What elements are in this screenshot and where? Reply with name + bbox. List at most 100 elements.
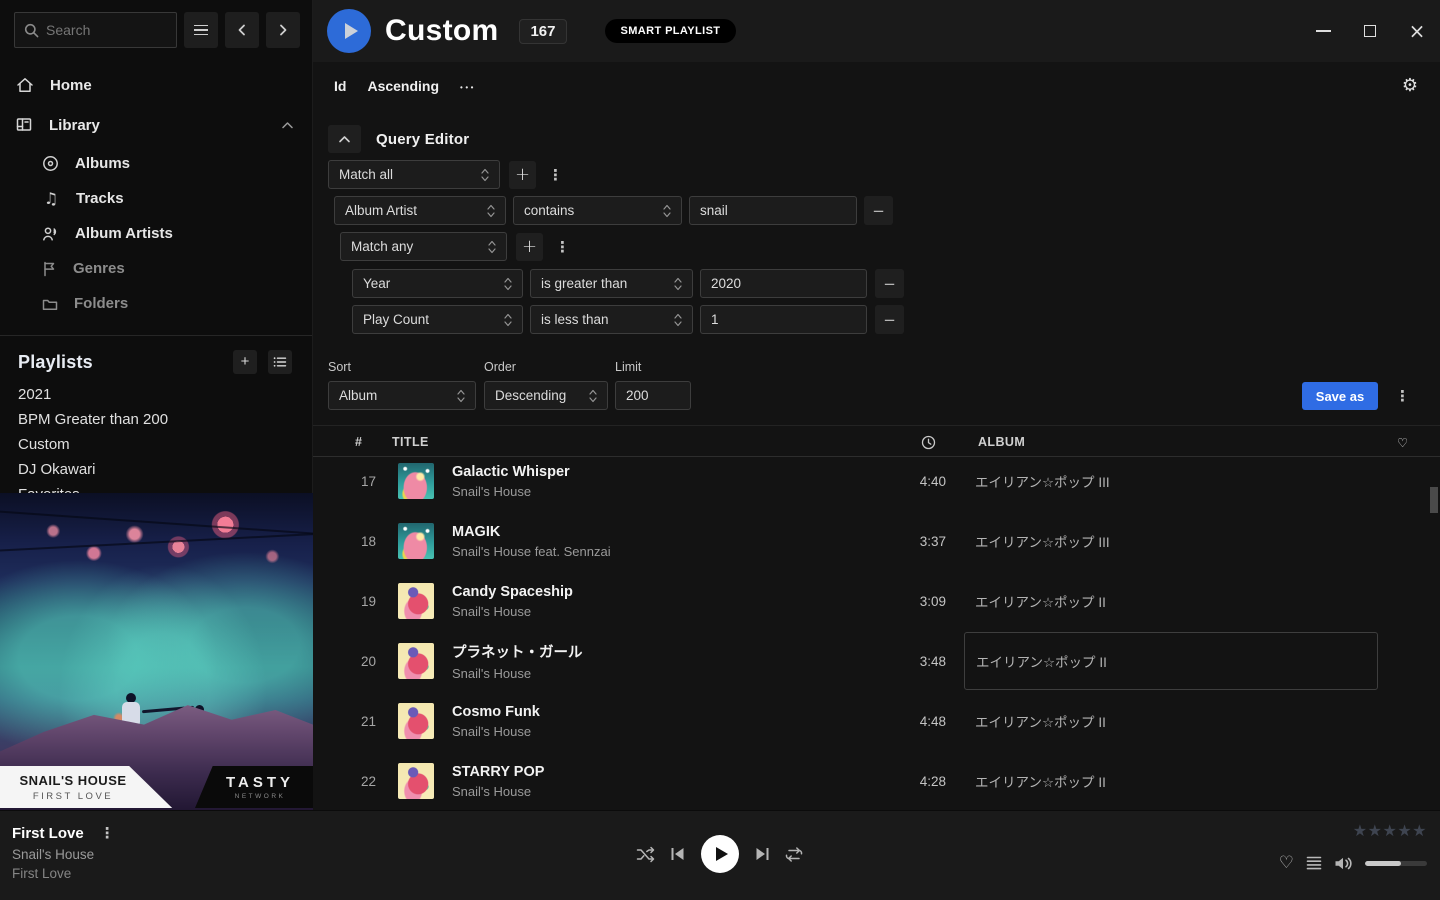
sidebar-item-folders[interactable]: Folders <box>0 286 312 321</box>
sidebar-item-tracks[interactable]: ♫ Tracks <box>0 181 312 216</box>
scrollbar-thumb[interactable] <box>1430 487 1438 513</box>
sidebar-item-label: Albums <box>75 155 130 172</box>
group-menu-button[interactable]: ⋮ <box>551 238 574 256</box>
more-options-button[interactable]: ••• <box>460 81 476 92</box>
volume-slider[interactable] <box>1365 861 1427 866</box>
collapse-query-editor-button[interactable] <box>328 125 361 153</box>
table-row[interactable]: 22 STARRY POP Snail's House 4:28 エイリアン☆ポ… <box>313 751 1440 811</box>
close-button[interactable]: × <box>1409 23 1425 39</box>
remove-rule-button[interactable]: − <box>864 196 893 225</box>
minus-icon: − <box>872 202 885 220</box>
previous-track-button[interactable] <box>670 846 685 862</box>
rule-field-select[interactable]: Album Artist <box>334 196 506 225</box>
remove-rule-button[interactable]: − <box>875 305 904 334</box>
shuffle-button[interactable] <box>636 846 656 863</box>
rating-star[interactable]: ★ <box>1368 821 1383 840</box>
rating-star[interactable]: ★ <box>1397 821 1412 840</box>
track-duration: 4:48 <box>900 714 970 729</box>
queue-button[interactable] <box>1306 856 1322 870</box>
back-button[interactable] <box>225 12 259 48</box>
playlist-item[interactable]: Custom <box>18 432 294 457</box>
play-icon <box>345 23 358 39</box>
save-as-button[interactable]: Save as <box>1302 382 1378 410</box>
track-table-header: # TITLE ALBUM ♡ <box>313 425 1440 457</box>
select-value: Descending <box>495 388 566 403</box>
rule-value-input[interactable] <box>700 269 867 298</box>
track-duration: 3:09 <box>900 594 970 609</box>
playlist-list-button[interactable] <box>268 350 292 374</box>
maximize-button[interactable] <box>1362 23 1378 39</box>
rating-star[interactable]: ★ <box>1382 821 1397 840</box>
artwork-artist: SNAIL'S HOUSE <box>8 773 138 788</box>
play-playlist-button[interactable] <box>327 9 371 53</box>
favorite-button[interactable]: ♡ <box>1279 853 1294 873</box>
playlist-item[interactable]: 2021 <box>18 382 294 407</box>
track-artist: Snail's House feat. Sennzai <box>452 544 900 559</box>
sidebar-item-genres[interactable]: Genres <box>0 251 312 286</box>
table-row[interactable]: 21 Cosmo Funk Snail's House 4:48 エイリアン☆ポ… <box>313 691 1440 751</box>
rating-star[interactable]: ★ <box>1353 821 1368 840</box>
volume-icon[interactable] <box>1334 856 1353 871</box>
rule-value-input[interactable] <box>689 196 857 225</box>
track-album-focused-cell[interactable]: エイリアン☆ポップ II <box>964 632 1378 690</box>
play-pause-button[interactable] <box>701 835 739 873</box>
now-playing-menu-button[interactable]: ⋮ <box>96 824 119 842</box>
track-artist: Snail's House <box>452 724 900 739</box>
playlist-item[interactable]: DJ Okawari <box>18 457 294 482</box>
sidebar-item-home[interactable]: Home <box>0 66 312 104</box>
sort-select[interactable]: Album <box>328 381 476 410</box>
music-app-window: Home Library Albums ♫ Tracks Album Artis… <box>0 0 1440 900</box>
rule-field-select[interactable]: Year <box>352 269 523 298</box>
sidebar-item-albums[interactable]: Albums <box>0 146 312 181</box>
limit-input[interactable] <box>615 381 691 410</box>
track-duration: 3:48 <box>900 654 970 669</box>
minimize-button[interactable] <box>1315 23 1331 39</box>
sidebar-item-album-artists[interactable]: Album Artists <box>0 216 312 251</box>
match-type-select[interactable]: Match all <box>328 160 500 189</box>
select-value: Match all <box>339 167 393 182</box>
table-row[interactable]: 19 Candy Spaceship Snail's House 3:09 エイ… <box>313 571 1440 631</box>
sort-field-button[interactable]: Id <box>334 78 346 94</box>
track-duration: 4:28 <box>900 774 970 789</box>
table-row[interactable]: 17 Galactic Whisper Snail's House 4:40 エ… <box>313 451 1440 511</box>
search-input[interactable] <box>46 22 167 38</box>
rule-operator-select[interactable]: is greater than <box>530 269 693 298</box>
sidebar-item-label: Tracks <box>76 190 124 207</box>
add-rule-button[interactable]: + <box>509 161 536 189</box>
album-art-thumbnail <box>398 703 434 739</box>
rule-field-select[interactable]: Play Count <box>352 305 523 334</box>
sidebar-item-label: Album Artists <box>75 225 173 242</box>
track-artist: Snail's House <box>452 784 900 799</box>
rating-stars[interactable]: ★★★★★ <box>1267 823 1427 839</box>
sidebar-item-library[interactable]: Library <box>0 106 312 144</box>
maximize-icon <box>1364 25 1376 37</box>
search-box[interactable] <box>14 12 177 48</box>
table-row[interactable]: 18 MAGIK Snail's House feat. Sennzai 3:3… <box>313 511 1440 571</box>
settings-gear-icon[interactable]: ⚙ <box>1402 75 1418 96</box>
save-menu-button[interactable]: ⋮ <box>1391 387 1414 405</box>
sidebar: Home Library Albums ♫ Tracks Album Artis… <box>0 0 313 810</box>
forward-button[interactable] <box>266 12 300 48</box>
track-count-badge: 167 <box>519 19 566 44</box>
add-group-rule-button[interactable]: + <box>516 233 543 261</box>
table-row[interactable]: 20 プラネット・ガール Snail's House 3:48 エイリアン☆ポッ… <box>313 631 1440 691</box>
track-title: STARRY POP <box>452 764 900 780</box>
playlist-item[interactable]: BPM Greater than 200 <box>18 407 294 432</box>
group-match-type-select[interactable]: Match any <box>340 232 507 261</box>
sort-direction-button[interactable]: Ascending <box>367 78 439 94</box>
add-playlist-button[interactable]: + <box>233 350 257 374</box>
rule-operator-select[interactable]: contains <box>513 196 682 225</box>
group-menu-button[interactable]: ⋮ <box>544 166 567 184</box>
record-label-sub: NETWORK <box>235 793 286 800</box>
rating-star[interactable]: ★ <box>1412 821 1427 840</box>
menu-button[interactable] <box>184 12 218 48</box>
order-select[interactable]: Descending <box>484 381 608 410</box>
column-title: TITLE <box>392 435 429 449</box>
repeat-button[interactable] <box>784 846 804 863</box>
rule-operator-select[interactable]: is less than <box>530 305 693 334</box>
rule-value-input[interactable] <box>700 305 867 334</box>
next-track-button[interactable] <box>755 846 770 862</box>
collapse-chevron-icon[interactable] <box>281 121 294 130</box>
track-number: 20 <box>328 654 388 669</box>
remove-rule-button[interactable]: − <box>875 269 904 298</box>
